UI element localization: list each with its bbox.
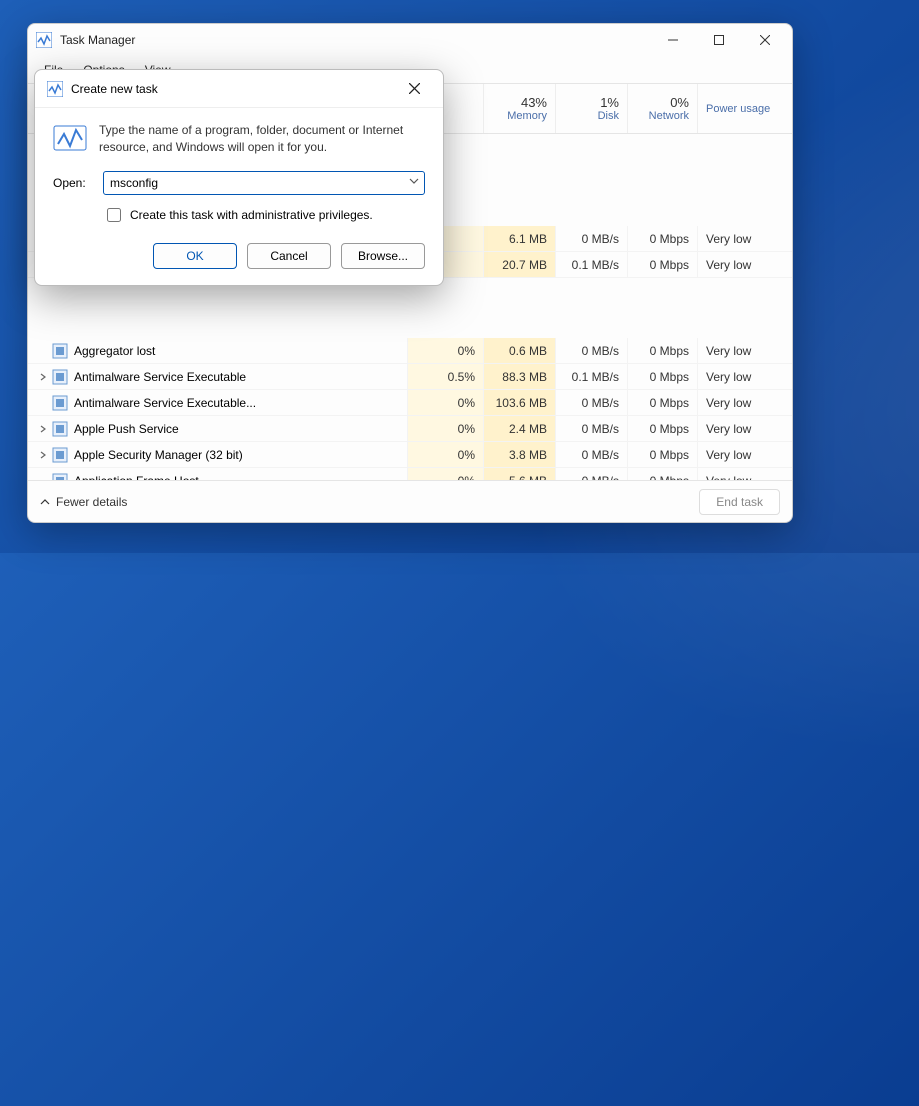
cell-mem: 5.6 MB bbox=[484, 468, 556, 480]
process-name: Application Frame Host bbox=[74, 474, 199, 481]
cell-disk: 0 MB/s bbox=[556, 442, 628, 467]
end-task-button[interactable]: End task bbox=[699, 489, 780, 515]
cell-cpu: 0% bbox=[408, 442, 484, 467]
process-name-cell: Aggregator lost bbox=[28, 338, 408, 363]
task-manager-window: Task Manager File Options View 43% Memor… bbox=[27, 23, 793, 523]
table-row[interactable]: Apple Security Manager (32 bit)0%3.8 MB0… bbox=[28, 442, 792, 468]
cell-pwr: Very low bbox=[698, 364, 784, 389]
cell-net: 0 Mbps bbox=[628, 416, 698, 441]
cell-disk: 0 MB/s bbox=[556, 416, 628, 441]
cell-cpu: 0% bbox=[408, 468, 484, 480]
cell-net: 0 Mbps bbox=[628, 390, 698, 415]
cell-disk: 0 MB/s bbox=[556, 226, 628, 251]
open-input[interactable] bbox=[103, 171, 425, 195]
cell-pwr: Very low bbox=[698, 442, 784, 467]
cell-mem: 2.4 MB bbox=[484, 416, 556, 441]
dialog-instruction: Type the name of a program, folder, docu… bbox=[99, 122, 425, 157]
cell-net: 0 Mbps bbox=[628, 226, 698, 251]
col-power[interactable]: Power usage bbox=[698, 84, 784, 133]
process-icon bbox=[52, 473, 68, 481]
process-name-cell: Apple Push Service bbox=[28, 416, 408, 441]
cell-mem: 20.7 MB bbox=[484, 252, 556, 277]
dialog-title: Create new task bbox=[71, 82, 391, 96]
process-name: Apple Security Manager (32 bit) bbox=[74, 448, 243, 462]
fewer-details-toggle[interactable]: Fewer details bbox=[40, 495, 127, 509]
process-name-cell: Apple Security Manager (32 bit) bbox=[28, 442, 408, 467]
window-title: Task Manager bbox=[60, 33, 650, 47]
cell-cpu: 0% bbox=[408, 338, 484, 363]
cell-cpu: 0.5% bbox=[408, 364, 484, 389]
col-network[interactable]: 0% Network bbox=[628, 84, 698, 133]
create-new-task-dialog: Create new task Type the name of a progr… bbox=[34, 69, 444, 286]
ok-button[interactable]: OK bbox=[153, 243, 237, 269]
process-name: Apple Push Service bbox=[74, 422, 179, 436]
minimize-button[interactable] bbox=[650, 24, 696, 56]
table-row[interactable]: Application Frame Host 0%5.6 MB0 MB/s0 Mb… bbox=[28, 468, 792, 480]
cell-net: 0 Mbps bbox=[628, 252, 698, 277]
process-name: Antimalware Service Executable bbox=[74, 370, 246, 384]
process-name: Antimalware Service Executable... bbox=[74, 396, 256, 410]
process-name-cell: Antimalware Service Executable bbox=[28, 364, 408, 389]
dialog-app-icon bbox=[47, 81, 63, 97]
cell-pwr: Very low bbox=[698, 390, 784, 415]
cell-mem: 3.8 MB bbox=[484, 442, 556, 467]
table-row[interactable]: Apple Push Service 0%2.4 MB0 MB/s0 MbpsVe… bbox=[28, 416, 792, 442]
cell-cpu: 0% bbox=[408, 416, 484, 441]
col-memory[interactable]: 43% Memory bbox=[484, 84, 556, 133]
cell-net: 0 Mbps bbox=[628, 468, 698, 480]
cell-disk: 0 MB/s bbox=[556, 338, 628, 363]
cell-net: 0 Mbps bbox=[628, 338, 698, 363]
table-row[interactable]: Antimalware Service Executable 0.5%88.3 M… bbox=[28, 364, 792, 390]
process-icon bbox=[52, 395, 68, 411]
admin-checkbox[interactable] bbox=[107, 208, 121, 222]
dialog-close-button[interactable] bbox=[391, 70, 437, 108]
cell-pwr: Very low bbox=[698, 338, 784, 363]
table-row[interactable]: Aggregator lost 0%0.6 MB0 MB/s0 MbpsVery … bbox=[28, 338, 792, 364]
close-button[interactable] bbox=[742, 24, 788, 56]
maximize-button[interactable] bbox=[696, 24, 742, 56]
process-icon bbox=[52, 369, 68, 385]
process-name-cell: Antimalware Service Executable... bbox=[28, 390, 408, 415]
footer: Fewer details End task bbox=[28, 480, 792, 522]
expand-icon[interactable] bbox=[36, 451, 50, 459]
cell-mem: 103.6 MB bbox=[484, 390, 556, 415]
cell-disk: 0.1 MB/s bbox=[556, 364, 628, 389]
run-dialog-icon bbox=[53, 122, 87, 156]
cell-pwr: Very low bbox=[698, 252, 784, 277]
cell-net: 0 Mbps bbox=[628, 364, 698, 389]
cell-disk: 0 MB/s bbox=[556, 390, 628, 415]
chevron-up-icon bbox=[40, 497, 50, 507]
cell-net: 0 Mbps bbox=[628, 442, 698, 467]
expand-icon[interactable] bbox=[36, 373, 50, 381]
open-combobox[interactable] bbox=[103, 171, 425, 195]
cell-pwr: Very low bbox=[698, 416, 784, 441]
process-name: Aggregator lost bbox=[74, 344, 155, 358]
cell-cpu: 0% bbox=[408, 390, 484, 415]
table-row[interactable]: Antimalware Service Executable... 0%103.6… bbox=[28, 390, 792, 416]
process-icon bbox=[52, 447, 68, 463]
cell-disk: 0 MB/s bbox=[556, 468, 628, 480]
task-manager-icon bbox=[36, 32, 52, 48]
process-name-cell: Application Frame Host bbox=[28, 468, 408, 480]
expand-icon[interactable] bbox=[36, 425, 50, 433]
dialog-titlebar: Create new task bbox=[35, 70, 443, 108]
cancel-button[interactable]: Cancel bbox=[247, 243, 331, 269]
cell-pwr: Very low bbox=[698, 468, 784, 480]
col-disk[interactable]: 1% Disk bbox=[556, 84, 628, 133]
browse-button[interactable]: Browse... bbox=[341, 243, 425, 269]
admin-checkbox-label: Create this task with administrative pri… bbox=[130, 208, 373, 222]
titlebar: Task Manager bbox=[28, 24, 792, 56]
process-icon bbox=[52, 343, 68, 359]
cell-disk: 0.1 MB/s bbox=[556, 252, 628, 277]
cell-mem: 88.3 MB bbox=[484, 364, 556, 389]
cell-mem: 0.6 MB bbox=[484, 338, 556, 363]
open-label: Open: bbox=[53, 176, 93, 190]
cell-mem: 6.1 MB bbox=[484, 226, 556, 251]
process-icon bbox=[52, 421, 68, 437]
cell-pwr: Very low bbox=[698, 226, 784, 251]
